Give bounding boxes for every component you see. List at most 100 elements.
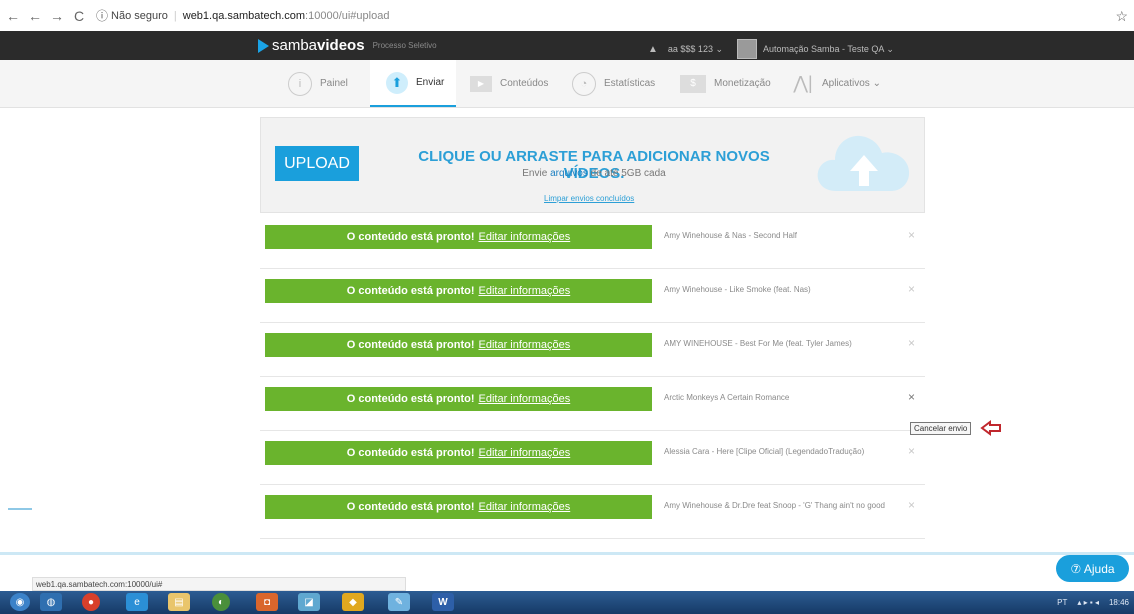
clear-completed-link[interactable]: Limpar envios concluídos — [544, 194, 634, 203]
edit-info-link[interactable]: Editar informações — [479, 447, 571, 459]
ready-bar: O conteúdo está pronto! Editar informaçõe… — [265, 387, 652, 411]
tray-icons[interactable]: ▴ ▸ ▪ ◂ — [1077, 598, 1099, 607]
start-icon[interactable]: ◉ — [10, 593, 30, 611]
tab-label: Painel — [320, 78, 348, 89]
avatar[interactable] — [737, 39, 757, 59]
tab-label: Aplicativos ⌄ — [822, 78, 881, 89]
ready-status: O conteúdo está pronto! — [346, 231, 475, 243]
ie-icon[interactable]: e — [126, 593, 148, 611]
apps-icon: ⋀| — [793, 73, 813, 93]
tab-monetizacao[interactable]: $ Monetização — [680, 60, 780, 107]
ready-status: O conteúdo está pronto! — [346, 501, 475, 513]
bell-icon[interactable]: ▲ — [648, 44, 658, 55]
ready-bar: O conteúdo está pronto! Editar informaçõe… — [265, 225, 652, 249]
file-name: Amy Winehouse & Nas - Second Half — [664, 231, 797, 240]
app-icon-4[interactable]: ◆ — [342, 593, 364, 611]
app-icon-1[interactable]: ◐ — [212, 593, 230, 611]
cancel-upload-tooltip: Cancelar envio — [910, 422, 972, 435]
close-icon[interactable]: × — [908, 282, 915, 296]
browser-toolbar: ← ← → C ⓘ Não seguro | web1.qa.sambatech… — [0, 0, 1134, 32]
edit-info-link[interactable]: Editar informações — [479, 501, 571, 513]
folder-icon[interactable]: ▤ — [168, 593, 190, 611]
upload-sub-pre: Envie — [522, 168, 551, 179]
close-icon[interactable]: × — [908, 444, 915, 458]
decorative-line-left — [8, 508, 32, 510]
ready-bar: O conteúdo está pronto! Editar informaçõe… — [265, 495, 652, 519]
close-icon[interactable]: × — [908, 228, 915, 242]
language-indicator[interactable]: PT — [1057, 598, 1067, 607]
status-url: web1.qa.sambatech.com:10000/ui# — [32, 577, 406, 591]
logo-play-icon — [258, 38, 269, 53]
ready-bar: O conteúdo está pronto! Editar informaçõe… — [265, 441, 652, 465]
info-circle-icon: i — [288, 71, 312, 96]
ready-bar: O conteúdo está pronto! Editar informaçõe… — [265, 279, 652, 303]
play-icon: ▶ — [470, 75, 492, 92]
close-icon[interactable]: × — [908, 390, 915, 404]
edit-info-link[interactable]: Editar informações — [479, 231, 571, 243]
app-icon-3[interactable]: ◪ — [298, 593, 320, 611]
bookmark-star-icon[interactable]: ☆ — [1115, 8, 1128, 25]
upload-subtitle: Envie arquivos de até 5GB cada — [388, 168, 800, 179]
forward-icon[interactable]: → — [48, 8, 66, 24]
upload-row: O conteúdo está pronto! Editar informaçõe… — [260, 269, 925, 323]
upload-dropzone[interactable]: UPLOAD CLIQUE OU ARRASTE PARA ADICIONAR … — [260, 117, 925, 213]
app-icon-5[interactable]: ✎ — [388, 593, 410, 611]
file-name: Alessia Cara - Here [Clipe Oficial] (Leg… — [664, 447, 865, 456]
chrome-icon[interactable]: ● — [82, 593, 100, 611]
ready-status: O conteúdo está pronto! — [346, 339, 475, 351]
edit-info-link[interactable]: Editar informações — [479, 285, 571, 297]
main-nav: i Painel ⬆ Enviar ▶ Conteúdos ◔ Estatíst… — [0, 60, 1134, 108]
app-icon-2[interactable]: ◘ — [256, 593, 278, 611]
upload-row: O conteúdo está pronto! Editar informaçõe… — [260, 485, 925, 539]
user-dropdown[interactable]: Automação Samba - Teste QA ⌄ — [763, 44, 894, 55]
upload-arrow-icon: ⬆ — [386, 71, 408, 94]
back-icon[interactable]: ← — [4, 8, 22, 24]
header-right: ▲ aa $$$ 123 ⌄ Automação Samba - Teste Q… — [648, 39, 894, 59]
tab-label: Monetização — [714, 78, 771, 89]
address-separator: | — [173, 9, 177, 22]
tab-aplicativos[interactable]: ⋀| Aplicativos ⌄ — [792, 60, 892, 107]
file-name: Amy Winehouse - Like Smoke (feat. Nas) — [664, 285, 811, 294]
money-icon: $ — [680, 74, 706, 93]
tab-estatisticas[interactable]: ◔ Estatísticas — [572, 60, 672, 107]
file-name: AMY WINEHOUSE - Best For Me (feat. Tyler… — [664, 339, 852, 348]
edit-info-link[interactable]: Editar informações — [479, 393, 571, 405]
url-host: web1.qa.sambatech.com — [182, 9, 306, 22]
upload-row: O conteúdo está pronto! Editar informaçõe… — [260, 377, 925, 431]
tab-label: Conteúdos — [500, 78, 549, 89]
project-name: Processo Seletivo — [372, 41, 437, 50]
tab-label: Enviar — [416, 77, 445, 88]
close-icon[interactable]: × — [908, 498, 915, 512]
samba-logo[interactable]: samba videos Processo Seletivo — [258, 37, 437, 54]
ready-bar: O conteúdo está pronto! Editar informaçõe… — [265, 333, 652, 357]
cloud-upload-icon — [817, 135, 910, 191]
upload-row: O conteúdo está pronto! Editar informaçõe… — [260, 431, 925, 485]
tab-conteudos[interactable]: ▶ Conteúdos — [470, 60, 560, 107]
info-icon[interactable]: ⓘ — [96, 7, 108, 24]
red-arrow-icon — [980, 420, 1001, 436]
security-label: Não seguro — [111, 9, 168, 22]
url-path: :10000/ui#upload — [305, 9, 390, 22]
file-name: Arctic Monkeys A Certain Romance — [664, 393, 790, 402]
stats-circle-icon: ◔ — [572, 71, 596, 96]
files-link[interactable]: arquivos — [550, 168, 588, 179]
close-icon[interactable]: × — [908, 336, 915, 350]
account-dropdown[interactable]: aa $$$ 123 ⌄ — [668, 44, 723, 55]
upload-button[interactable]: UPLOAD — [275, 146, 359, 181]
clock[interactable]: 18:46 — [1109, 598, 1129, 607]
file-name: Amy Winehouse & Dr.Dre feat Snoop - 'G' … — [664, 501, 885, 510]
reload-icon[interactable]: C — [70, 8, 88, 24]
address-bar[interactable]: ⓘ Não seguro | web1.qa.sambatech.com :10… — [96, 7, 389, 24]
ready-status: O conteúdo está pronto! — [346, 285, 475, 297]
firefox-icon[interactable]: ◍ — [40, 593, 62, 611]
tab-painel[interactable]: i Painel — [288, 60, 366, 107]
upload-row: O conteúdo está pronto! Editar informaçõe… — [260, 215, 925, 269]
tab-enviar[interactable]: ⬆ Enviar — [370, 60, 456, 107]
help-button[interactable]: ⑦ Ajuda — [1056, 555, 1129, 582]
logo-text-videos: videos — [317, 37, 365, 54]
word-icon[interactable]: W — [432, 593, 454, 611]
upload-sub-post: de até 5GB cada — [587, 168, 666, 179]
decorative-line — [0, 552, 1134, 555]
edit-info-link[interactable]: Editar informações — [479, 339, 571, 351]
back-icon-2[interactable]: ← — [26, 8, 44, 24]
